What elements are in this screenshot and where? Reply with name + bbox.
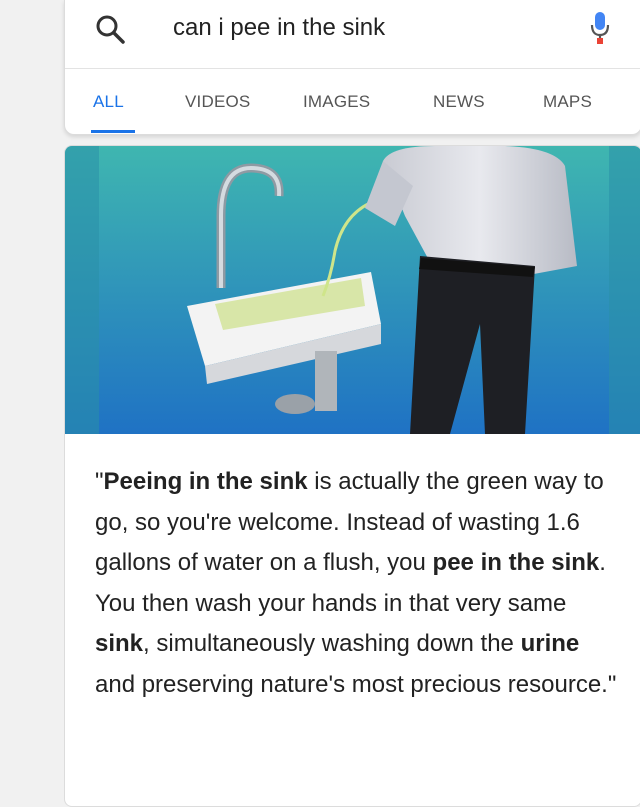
result-snippet: "Peeing in the sink is actually the gree… — [95, 462, 625, 705]
highlighted-term: sink — [95, 630, 144, 657]
snippet-text: , simultaneously washing down the — [143, 630, 521, 657]
snippet-text: " — [95, 468, 104, 495]
search-tabs: ALL VIDEOS IMAGES NEWS MAPS — [65, 88, 640, 133]
tab-images[interactable]: IMAGES — [303, 92, 370, 112]
tab-all[interactable]: ALL — [93, 92, 124, 112]
search-card: can i pee in the sink ALL VIDEOS IMAGES … — [64, 0, 640, 135]
divider — [65, 68, 640, 69]
result-image[interactable] — [65, 146, 640, 434]
search-icon[interactable] — [93, 12, 127, 46]
search-input[interactable]: can i pee in the sink — [173, 14, 385, 42]
highlighted-term: Peeing in the sink — [103, 468, 308, 495]
tab-videos[interactable]: VIDEOS — [185, 92, 250, 112]
highlighted-term: urine — [520, 630, 580, 657]
search-bar[interactable]: can i pee in the sink — [65, 0, 640, 66]
result-card: "Peeing in the sink is actually the gree… — [64, 145, 640, 807]
microphone-icon[interactable] — [589, 10, 611, 46]
active-tab-indicator — [91, 130, 135, 133]
highlighted-term: pee in the sink — [432, 549, 600, 576]
snippet-text: and preserving nature's most precious re… — [95, 670, 617, 698]
tab-news[interactable]: NEWS — [433, 92, 485, 112]
tab-maps[interactable]: MAPS — [543, 92, 592, 112]
